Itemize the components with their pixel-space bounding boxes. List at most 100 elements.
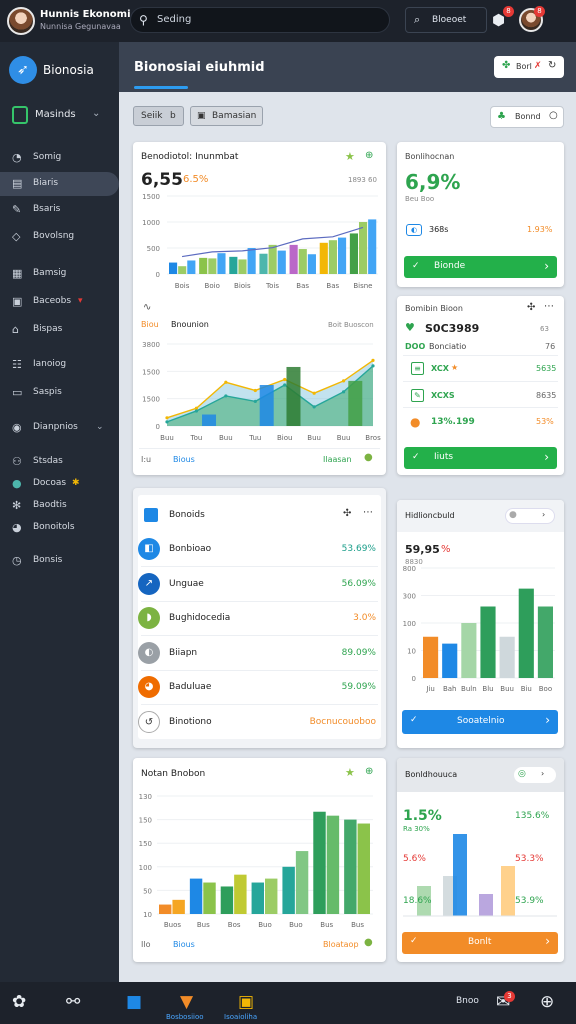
y-tick-label: 1500 bbox=[142, 396, 160, 404]
footer-right[interactable]: Bloataop bbox=[323, 940, 359, 949]
divider bbox=[141, 600, 378, 602]
chevron-right-icon: › bbox=[545, 934, 550, 948]
settings-icon[interactable]: ✣ bbox=[343, 508, 351, 519]
globe-icon[interactable]: ⊕ bbox=[540, 992, 554, 1012]
card-small-stat: 1893 60 bbox=[348, 176, 377, 184]
sidebar-item-0[interactable]: ◔ Somig bbox=[0, 146, 119, 170]
list-item-label[interactable]: Biiapn bbox=[169, 648, 197, 658]
list-item-label[interactable]: Bonbioao bbox=[169, 544, 211, 554]
chat-badge: 3 bbox=[504, 991, 515, 1002]
card-title: Notan Bnobon bbox=[141, 769, 206, 779]
chart-bar bbox=[169, 262, 178, 274]
expand-icon[interactable]: ⊕ bbox=[365, 150, 373, 161]
sidebar-item-5[interactable]: ▣ Baceobs ▾ bbox=[0, 290, 119, 314]
x-tick-label: Bus bbox=[197, 921, 210, 929]
sidebar-item-8[interactable]: ▭ Saspis bbox=[0, 381, 119, 405]
cube-icon[interactable]: ■ bbox=[126, 992, 142, 1012]
workspace-selector[interactable]: Masinds bbox=[35, 109, 76, 120]
sidebar-item-1[interactable]: ▤ Biaris bbox=[0, 172, 119, 196]
avatar[interactable] bbox=[7, 7, 35, 35]
bar-chart: 800300100100Jiu Bah Buln Blu Buu Biu Boo bbox=[403, 565, 555, 693]
chevron-down-icon[interactable]: ⌄ bbox=[92, 108, 100, 119]
chart-bar bbox=[337, 237, 347, 274]
sidebar-item-11[interactable]: ● Docoas ✱ bbox=[0, 472, 119, 496]
y-tick-label: 130 bbox=[139, 793, 152, 801]
filter-pill-1[interactable]: Seiik b bbox=[133, 106, 184, 126]
chart-bar bbox=[178, 266, 187, 274]
data-point bbox=[371, 358, 375, 362]
users-icon: ☷ bbox=[12, 358, 22, 371]
divider bbox=[141, 704, 378, 705]
y-tick-label: 0 bbox=[156, 423, 160, 431]
chart-bar bbox=[159, 904, 172, 914]
sidebar-item-12[interactable]: ✻ Baodtis bbox=[0, 494, 119, 518]
chart-bar bbox=[537, 606, 553, 678]
search-input[interactable]: ⚲ Seding bbox=[130, 7, 390, 33]
chart-bar bbox=[286, 366, 301, 426]
sidebar-item-4[interactable]: ▦ Bamsig bbox=[0, 262, 119, 286]
sidebar-item-7[interactable]: ☷ Ianoiog bbox=[0, 353, 119, 377]
toggle-icon[interactable]: ◐ bbox=[406, 224, 422, 236]
card2-action-button[interactable]: ✓ Bionde › bbox=[404, 256, 557, 278]
data-point bbox=[341, 379, 346, 383]
top-filter-button[interactable]: ⌕ Bloeoet bbox=[405, 7, 487, 33]
bottom-nav-label[interactable]: Isoaioliha bbox=[224, 1013, 257, 1021]
more-icon[interactable]: ⋯ bbox=[544, 301, 554, 312]
chevron-right-icon: › bbox=[544, 450, 549, 464]
footer-link[interactable]: Bious bbox=[173, 940, 195, 949]
sidebar-item-13[interactable]: ◕ Bonoitols bbox=[0, 516, 119, 540]
check-circle-icon[interactable]: ● bbox=[364, 452, 373, 463]
globe-icon: ● bbox=[12, 477, 22, 490]
sidebar-item-label: Saspis bbox=[33, 387, 62, 397]
x-tick-label: Tois bbox=[265, 282, 279, 290]
footer-link[interactable]: Bious bbox=[173, 455, 195, 464]
flower-icon[interactable]: ✿ bbox=[12, 992, 26, 1012]
drop-icon: ◉ bbox=[12, 421, 22, 434]
sidebar-item-6[interactable]: ⌂ Bispas bbox=[0, 318, 119, 342]
chart-bar bbox=[453, 834, 467, 916]
sidebar-item-10[interactable]: ⚇ Stsdas bbox=[0, 450, 119, 474]
divider bbox=[141, 635, 378, 636]
y-tick-label: 50 bbox=[143, 887, 152, 895]
chart-bar bbox=[518, 588, 534, 678]
bottom-nav-label[interactable]: Bosbosiioo bbox=[166, 1013, 204, 1021]
bar-card-action-button[interactable]: ✓ Sooatelnio › bbox=[402, 710, 558, 734]
check-circle-icon[interactable]: ● bbox=[364, 937, 373, 948]
star-icon[interactable]: ★ bbox=[345, 766, 355, 779]
folder-icon[interactable]: ▣ bbox=[238, 992, 254, 1012]
small-stat: 63 bbox=[540, 325, 549, 333]
brand-logo-icon[interactable]: ➶ bbox=[9, 56, 37, 84]
card-title: Bonlihocnan bbox=[405, 152, 455, 161]
sidebar-item-label: Docoas bbox=[33, 478, 67, 488]
footer-right[interactable]: Ilaasan bbox=[323, 455, 352, 464]
filter-pill-2[interactable]: ▣ Bamasian bbox=[190, 106, 263, 126]
notification-badge: 8 bbox=[503, 6, 514, 17]
sidebar-item-label: Bovolsng bbox=[33, 231, 75, 241]
card3-action-button[interactable]: ✓ Iiuts › bbox=[404, 447, 557, 469]
link-icon[interactable]: ⚯ bbox=[66, 992, 80, 1012]
star-icon[interactable]: ★ bbox=[345, 150, 355, 163]
list-item-label[interactable]: Unguae bbox=[169, 579, 204, 589]
sidebar-item-label: Bsaris bbox=[33, 204, 61, 214]
data-point bbox=[194, 406, 199, 410]
paint-icon[interactable]: ▼ bbox=[180, 992, 193, 1012]
x-tick-label: Boio bbox=[205, 282, 220, 290]
stat-value: 53.3% bbox=[515, 854, 544, 864]
sidebar-item-2[interactable]: ✎ Bsaris bbox=[0, 198, 119, 222]
list-item-label[interactable]: Baduluae bbox=[169, 682, 211, 692]
sidebar-item-9[interactable]: ◉ Dianpnios ⌄ bbox=[0, 416, 119, 440]
settings-icon[interactable]: ✣ bbox=[527, 302, 535, 313]
list-item-label[interactable]: Bughidocedia bbox=[169, 613, 230, 623]
header-action-button[interactable]: ✤ Borl ✗ ↻ bbox=[494, 56, 564, 78]
expand-icon[interactable]: ⊕ bbox=[365, 766, 373, 777]
chart-bar bbox=[348, 380, 363, 426]
sidebar-item-14[interactable]: ◷ Bonsis bbox=[0, 549, 119, 573]
more-icon[interactable]: ⋯ bbox=[363, 507, 373, 518]
sidebar-item-3[interactable]: ◇ Bovolsng bbox=[0, 225, 119, 249]
row-label: XCXS bbox=[431, 391, 455, 400]
y-tick-label: 1500 bbox=[142, 193, 160, 201]
list-icon: ≡ bbox=[411, 362, 424, 375]
sort-button[interactable]: ♣ Bonnd ○ bbox=[490, 106, 564, 128]
bottom-right-action-button[interactable]: ✓ Bonlt › bbox=[402, 932, 558, 954]
list-item-label[interactable]: Binotiono bbox=[169, 717, 212, 727]
